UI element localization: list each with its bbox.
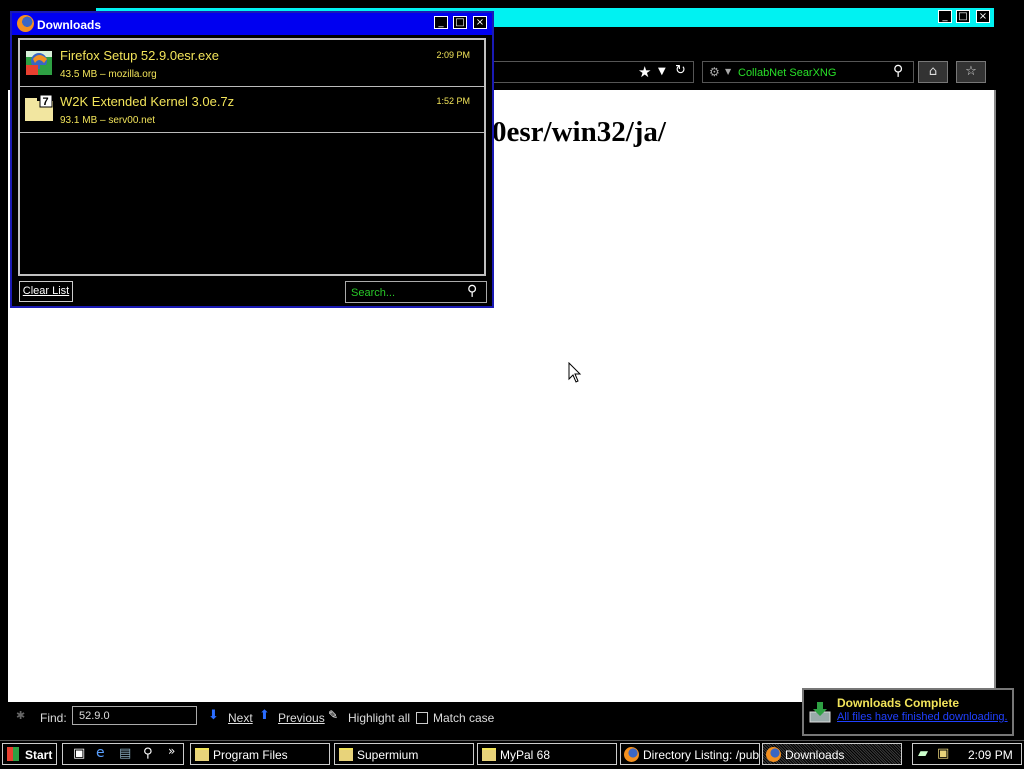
downloads-titlebar[interactable]: Downloads _ □ × <box>12 13 492 35</box>
navigation-toolbar: ★ ▼ ↻ ⚙ ▼ CollabNet SearXNG ⚲ ⌂ ☆ <box>494 57 994 89</box>
find-next-button[interactable]: Next <box>228 711 253 725</box>
downloads-list: Firefox Setup 52.9.0esr.exe 43.5 MB – mo… <box>18 38 486 276</box>
chevron-down-icon[interactable]: ▼ <box>725 67 731 76</box>
taskbar-button-mypal[interactable]: MyPal 68 <box>477 743 617 765</box>
arrow-down-icon[interactable]: ⬇ <box>208 708 219 723</box>
network-tray-icon[interactable]: ▰ <box>918 746 928 761</box>
search-bar[interactable]: ⚙ ▼ CollabNet SearXNG ⚲ <box>702 61 914 83</box>
clock: 2:09 PM <box>968 748 1013 762</box>
download-tray-icon <box>809 702 831 723</box>
clear-list-button[interactable]: Clear List <box>19 281 73 302</box>
mouse-cursor-icon <box>568 362 582 383</box>
taskbar-button-downloads[interactable]: Downloads <box>762 743 902 765</box>
desktop-icon[interactable]: ▣ <box>73 746 85 761</box>
search-icon[interactable]: ⚲ <box>143 746 153 761</box>
taskbar-button-supermium[interactable]: Supermium <box>334 743 474 765</box>
bookmarks-icon[interactable]: ☆ <box>956 61 986 83</box>
find-previous-button[interactable]: Previous <box>278 711 325 725</box>
download-complete-notification[interactable]: Downloads Complete All files have finish… <box>802 688 1014 736</box>
highlight-all-button[interactable]: Highlight all <box>348 711 410 725</box>
download-filename: Firefox Setup 52.9.0esr.exe <box>60 48 219 63</box>
notification-link[interactable]: All files have finished downloading. <box>837 711 1008 723</box>
downloads-title: Downloads <box>37 18 102 32</box>
volume-tray-icon[interactable]: ▣ <box>937 746 949 761</box>
maximize-button[interactable]: □ <box>956 10 970 23</box>
close-button[interactable]: × <box>473 16 487 29</box>
folder-icon <box>339 748 353 761</box>
match-case-label[interactable]: Match case <box>433 711 494 725</box>
dropdown-icon[interactable]: ▼ <box>658 66 666 77</box>
browser-icon[interactable]: e <box>96 745 105 761</box>
folder-icon <box>195 748 209 761</box>
firefox-icon <box>624 747 639 762</box>
quick-launch: ▣ e ▤ ⚲ » <box>62 743 184 765</box>
download-filename: W2K Extended Kernel 3.0e.7z <box>60 94 235 109</box>
download-item[interactable]: Firefox Setup 52.9.0esr.exe 43.5 MB – mo… <box>20 40 484 87</box>
search-engine-name: CollabNet SearXNG <box>738 67 837 79</box>
download-meta: 43.5 MB – mozilla.org <box>60 69 157 80</box>
chevron-right-icon[interactable]: » <box>168 744 175 758</box>
close-findbar-icon[interactable]: ✱ <box>16 709 25 722</box>
search-placeholder: Search... <box>351 287 396 299</box>
firefox-icon <box>17 15 34 32</box>
download-meta: 93.1 MB – serv00.net <box>60 115 156 126</box>
url-bar[interactable]: ★ ▼ ↻ <box>494 61 694 83</box>
match-case-checkbox[interactable] <box>416 712 428 724</box>
arrow-up-icon[interactable]: ⬆ <box>259 708 270 723</box>
downloads-window: Downloads _ □ × Firefox Setup 52.9.0esr.… <box>10 11 494 308</box>
search-engine-icon[interactable]: ⚙ <box>709 65 720 79</box>
svg-text:7: 7 <box>43 96 49 108</box>
downloads-search-input[interactable]: Search... ⚲ <box>345 281 487 303</box>
windows-logo-icon <box>7 747 19 761</box>
find-label: Find: <box>40 711 67 725</box>
taskbar-button-directory-listing[interactable]: Directory Listing: /pub... <box>620 743 760 765</box>
firefox-icon <box>766 747 781 762</box>
installer-icon <box>26 51 52 75</box>
find-input[interactable] <box>72 706 197 725</box>
search-icon[interactable]: ⚲ <box>467 283 477 299</box>
folder-icon <box>482 748 496 761</box>
reload-icon[interactable]: ↻ <box>675 63 686 78</box>
highlighter-icon: ✎ <box>328 708 339 722</box>
minimize-button[interactable]: _ <box>938 10 952 23</box>
taskbar: Start ▣ e ▤ ⚲ » Program Files Supermium … <box>0 740 1024 769</box>
download-time: 2:09 PM <box>436 50 470 60</box>
download-time: 1:52 PM <box>436 96 470 106</box>
home-icon[interactable]: ⌂ <box>918 61 948 83</box>
star-icon[interactable]: ★ <box>638 63 651 81</box>
page-heading: 0esr/win32/ja/ <box>492 116 666 148</box>
start-button[interactable]: Start <box>2 743 57 765</box>
download-item[interactable]: 7 W2K Extended Kernel 3.0e.7z 93.1 MB – … <box>20 86 484 133</box>
close-button[interactable]: × <box>976 10 990 23</box>
minimize-button[interactable]: _ <box>434 16 448 29</box>
notification-title: Downloads Complete <box>837 696 960 710</box>
taskbar-button-program-files[interactable]: Program Files <box>190 743 330 765</box>
7zip-archive-icon: 7 <box>25 94 53 121</box>
network-icon[interactable]: ▤ <box>119 746 131 761</box>
search-icon[interactable]: ⚲ <box>893 63 903 79</box>
maximize-button[interactable]: □ <box>453 16 467 29</box>
